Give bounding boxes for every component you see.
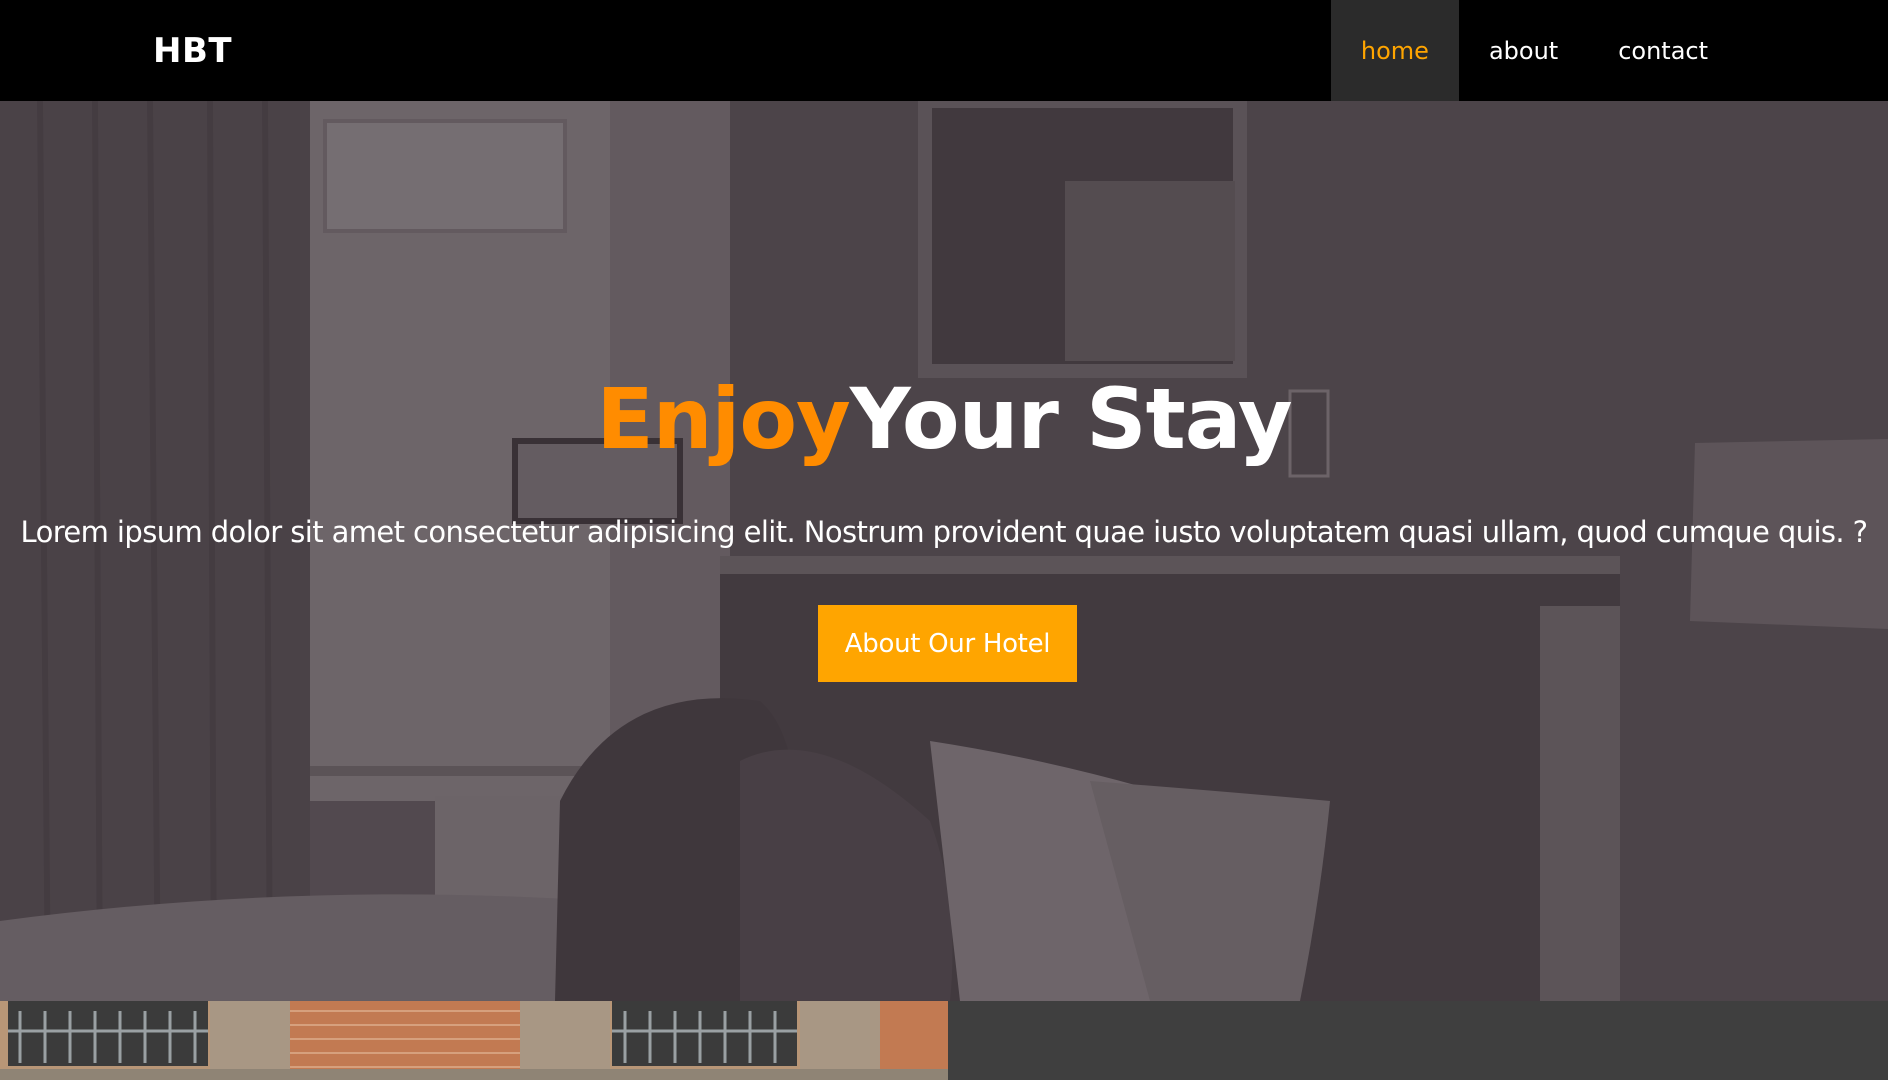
navbar: HBT home about contact bbox=[0, 0, 1888, 101]
nav-link-home[interactable]: home bbox=[1330, 0, 1459, 101]
next-section-preview bbox=[0, 1001, 1888, 1080]
site-logo[interactable]: HBT bbox=[153, 0, 232, 101]
hero-overlay bbox=[0, 101, 1888, 1001]
hero-title: EnjoyYour Stay bbox=[0, 364, 1888, 474]
hero-section: EnjoyYour Stay Lorem ipsum dolor sit ame… bbox=[0, 101, 1888, 1001]
about-hotel-button[interactable]: About Our Hotel bbox=[818, 605, 1077, 682]
hero-subtitle: Lorem ipsum dolor sit amet consectetur a… bbox=[20, 515, 1869, 549]
nav-link-about[interactable]: about bbox=[1459, 0, 1588, 101]
hero-title-accent: Enjoy bbox=[596, 370, 850, 468]
dark-content-panel bbox=[948, 1001, 1888, 1080]
building-facade-image bbox=[0, 1001, 948, 1080]
nav-links: home about contact bbox=[1330, 0, 1738, 101]
nav-link-contact[interactable]: contact bbox=[1588, 0, 1738, 101]
hero-title-rest: Your Stay bbox=[849, 370, 1293, 468]
